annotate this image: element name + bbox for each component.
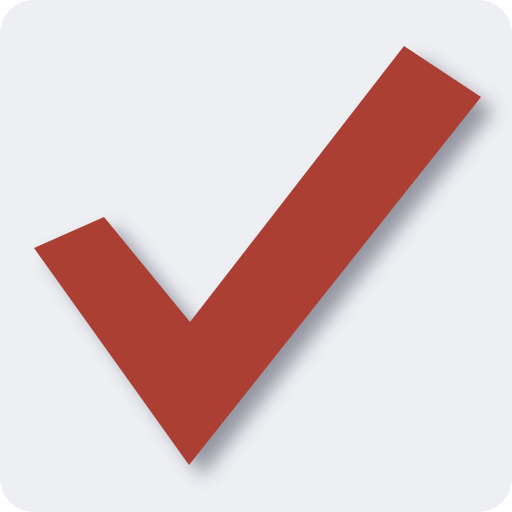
checkmark-icon [34, 46, 493, 476]
checkmark-app-icon[interactable] [0, 0, 512, 512]
